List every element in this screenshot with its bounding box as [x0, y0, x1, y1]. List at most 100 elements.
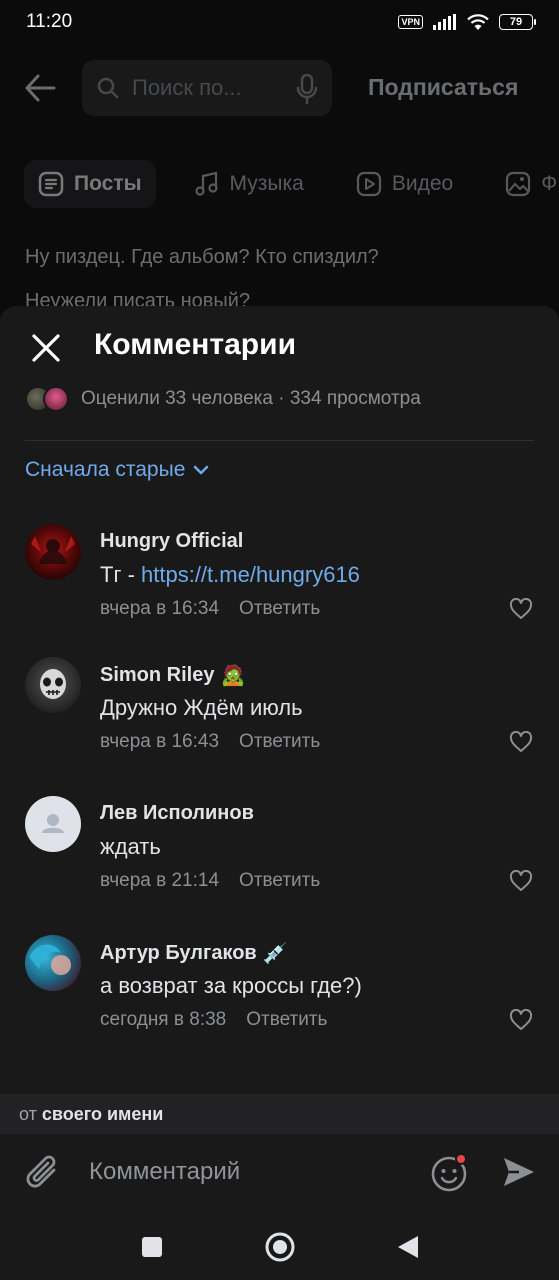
post-as-name: своего имени — [41, 1103, 164, 1124]
reply-button[interactable]: Ответить — [239, 598, 320, 620]
comment-text-prefix: ждать — [100, 834, 161, 859]
comment-time: вчера в 21:14 — [100, 870, 220, 891]
comment-author[interactable]: Артур Булгаков 💉 — [100, 941, 288, 966]
recents-icon[interactable] — [140, 1235, 164, 1259]
comment-item: Лев Исполинов ждать вчера в 21:14 Ответи… — [0, 796, 559, 916]
video-icon — [356, 171, 381, 197]
subscribe-button[interactable]: Подписаться — [368, 74, 518, 101]
comment-meta: вчера в 16:43 Ответить — [100, 731, 320, 753]
comment-time: вчера в 16:43 — [100, 731, 220, 752]
smile-icon[interactable] — [430, 1151, 470, 1193]
reactions-stats[interactable]: Оценили 33 человека · 334 просмотра — [25, 386, 421, 412]
comment-text-prefix: а возврат за кроссы где?) — [100, 973, 362, 998]
tab-video-label: Видео — [391, 172, 454, 195]
status-time: 11:20 — [26, 11, 73, 32]
send-icon[interactable] — [501, 1154, 537, 1190]
tab-music[interactable]: Музыка — [180, 160, 318, 208]
battery-icon: 79 — [499, 14, 536, 30]
content-tabs: Посты Музыка Видео Ф — [24, 160, 559, 208]
post-as-prefix: от — [19, 1103, 37, 1124]
post-as-selector[interactable]: от своего имени — [0, 1094, 559, 1134]
paperclip-icon[interactable] — [26, 1152, 62, 1192]
comment-meta: вчера в 16:34 Ответить — [100, 598, 320, 620]
background-page: Поиск по... Подписаться Посты Музыка Вид… — [0, 44, 559, 312]
status-bar: 11:20 VPN 79 — [0, 0, 559, 44]
comment-composer: Комментарий — [0, 1134, 559, 1214]
avatar-figure-icon — [31, 536, 75, 564]
tab-photos[interactable]: Ф — [491, 160, 559, 208]
tab-photos-label: Ф — [541, 172, 558, 195]
reply-button[interactable]: Ответить — [239, 870, 320, 892]
avatar-portrait-icon — [29, 944, 71, 975]
author-emoji-icon: 💉 — [262, 943, 288, 965]
comment-link[interactable]: https://t.me/hungry616 — [141, 562, 360, 587]
comment-item: Hungry Official Тг - https://t.me/hungry… — [0, 524, 559, 644]
post-text-line: Ну пиздец. Где альбом? Кто спиздил? — [25, 246, 379, 268]
divider — [25, 440, 534, 441]
comment-author[interactable]: Лев Исполинов — [100, 802, 254, 825]
user-placeholder-icon — [42, 814, 64, 833]
comment-time: сегодня в 8:38 — [100, 1009, 227, 1030]
sheet-title: Комментарии — [94, 328, 297, 361]
avatar[interactable] — [25, 935, 81, 991]
comment-meta: вчера в 21:14 Ответить — [100, 870, 320, 892]
comment-text: Тг - https://t.me/hungry616 — [100, 562, 360, 588]
home-icon[interactable] — [264, 1231, 296, 1263]
close-icon[interactable] — [28, 330, 64, 366]
skull-mask-icon — [40, 669, 66, 699]
photo-icon — [506, 171, 531, 197]
system-navigation-bar — [0, 1214, 559, 1280]
comment-item: Simon Riley 🧟 Дружно Ждём июль вчера в 1… — [0, 657, 559, 777]
comment-input[interactable]: Комментарий — [89, 1158, 240, 1186]
heart-icon[interactable] — [509, 731, 533, 753]
sort-label: Сначала старые — [25, 458, 186, 481]
comment-text-prefix: Тг - — [100, 562, 142, 587]
comment-text-prefix: Дружно Ждём июль — [100, 695, 303, 720]
tab-music-label: Музыка — [229, 172, 304, 195]
search-icon — [97, 77, 119, 99]
comment-author-name: Лев Исполинов — [100, 802, 254, 824]
status-icons: VPN 79 — [398, 13, 536, 31]
back-icon[interactable] — [396, 1234, 420, 1260]
reply-button[interactable]: Ответить — [246, 1009, 327, 1031]
tab-posts-label: Посты — [74, 172, 142, 195]
reply-button[interactable]: Ответить — [239, 731, 320, 753]
heart-icon[interactable] — [509, 870, 533, 892]
comment-author-name: Hungry Official — [100, 530, 244, 552]
back-arrow-icon[interactable] — [24, 74, 56, 102]
tab-posts[interactable]: Посты — [24, 160, 156, 208]
signal-icon — [433, 14, 456, 30]
liker-avatars — [25, 386, 69, 412]
comment-text: ждать — [100, 834, 161, 860]
avatar[interactable] — [25, 796, 81, 852]
background-header: Поиск по... Подписаться — [0, 56, 559, 122]
heart-icon[interactable] — [509, 598, 533, 620]
avatar[interactable] — [25, 657, 81, 713]
sheet-header: Комментарии — [0, 306, 559, 390]
comment-meta: сегодня в 8:38 Ответить — [100, 1009, 327, 1031]
heart-icon[interactable] — [509, 1009, 533, 1031]
search-placeholder: Поиск по... — [132, 75, 242, 100]
avatar — [43, 386, 69, 412]
comment-text: Дружно Ждём июль — [100, 695, 303, 721]
tab-video[interactable]: Видео — [342, 160, 467, 208]
vpn-icon: VPN — [398, 15, 423, 29]
posts-icon — [38, 171, 64, 197]
comments-sheet: Комментарии Оценили 33 человека · 334 пр… — [0, 306, 559, 1280]
avatar[interactable] — [25, 524, 81, 580]
sort-dropdown[interactable]: Сначала старые — [25, 458, 209, 482]
chevron-down-icon — [194, 465, 209, 475]
comment-author-name: Simon Riley — [100, 664, 215, 686]
comment-author[interactable]: Simon Riley 🧟 — [100, 663, 245, 688]
comment-author-name: Артур Булгаков — [100, 942, 257, 964]
microphone-icon[interactable] — [296, 74, 318, 104]
comment-time: вчера в 16:34 — [100, 598, 220, 619]
wifi-icon — [467, 13, 489, 30]
comment-text: а возврат за кроссы где?) — [100, 973, 362, 999]
music-icon — [194, 171, 218, 196]
comment-item: Артур Булгаков 💉 а возврат за кроссы где… — [0, 935, 559, 1055]
search-input[interactable]: Поиск по... — [82, 60, 332, 116]
stats-text: Оценили 33 человека · 334 просмотра — [81, 388, 421, 409]
comment-author[interactable]: Hungry Official — [100, 530, 243, 553]
author-emoji-icon: 🧟 — [220, 665, 246, 687]
